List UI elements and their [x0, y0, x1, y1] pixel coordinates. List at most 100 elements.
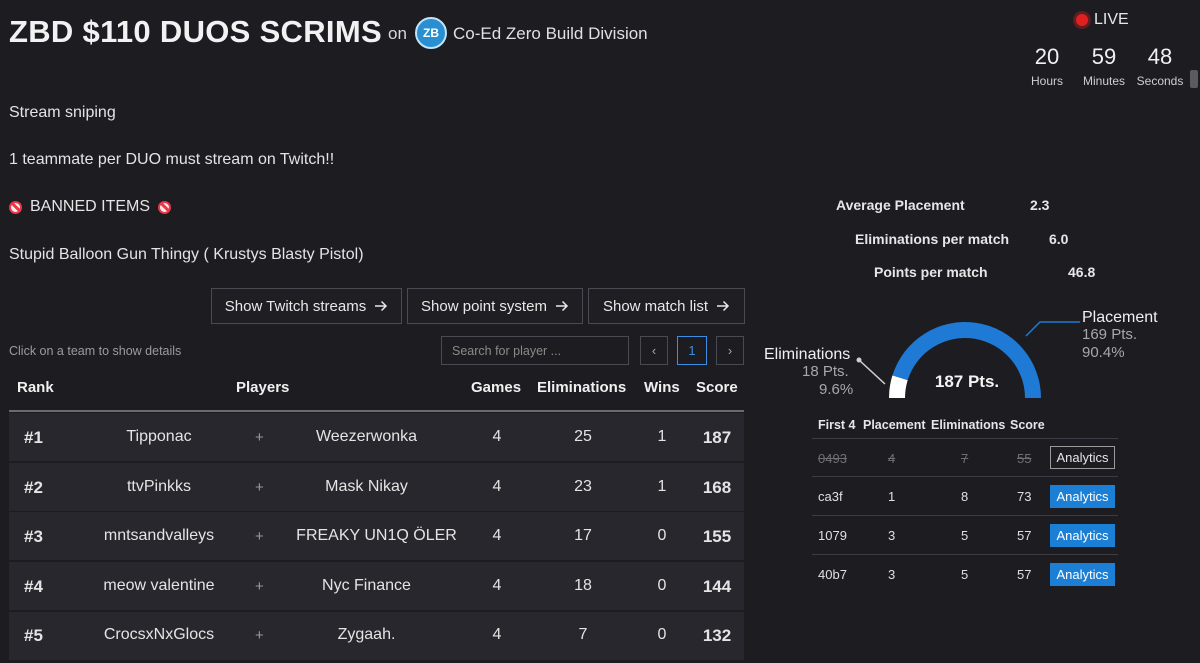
- match-row: 0493 4 7 55 Analytics: [812, 438, 1118, 476]
- team-rank: #1: [24, 428, 43, 447]
- player-2: Weezerwonka: [315, 428, 418, 445]
- team-wins: 0: [657, 626, 667, 643]
- match-eliminations: 5: [961, 528, 969, 543]
- countdown-minutes: 59 Minutes: [1079, 44, 1129, 88]
- match-eliminations: 8: [961, 489, 969, 504]
- analytics-button[interactable]: Analytics: [1050, 524, 1115, 547]
- analytics-button[interactable]: Analytics: [1050, 485, 1115, 508]
- banned-items-label: BANNED ITEMS: [30, 198, 151, 215]
- column-header-score: Score: [696, 379, 738, 396]
- match-row: ca3f 1 8 73 Analytics: [812, 476, 1118, 514]
- banned-items-heading: BANNED ITEMS: [9, 198, 172, 216]
- description-line: 1 teammate per DUO must stream on Twitch…: [9, 151, 335, 168]
- team-eliminations: 17: [574, 527, 592, 544]
- button-label: Show match list: [602, 297, 709, 315]
- team-score: 187: [702, 428, 732, 447]
- pagination-prev-button[interactable]: ‹: [640, 336, 668, 365]
- match-eliminations: 5: [961, 567, 969, 582]
- arrow-right-icon: [375, 300, 388, 312]
- arrow-right-icon: [555, 300, 568, 312]
- player-1: meow valentine: [103, 577, 215, 594]
- team-details-hint: Click on a team to show details: [9, 344, 182, 358]
- countdown-label: Seconds: [1136, 74, 1184, 88]
- match-id: ca3f: [818, 489, 843, 504]
- live-indicator: LIVE: [1076, 11, 1129, 29]
- team-wins: 0: [657, 577, 667, 594]
- placement-gauge-points: 169 Pts.: [1082, 326, 1138, 343]
- eliminations-gauge-percent: 9.6%: [819, 381, 854, 398]
- team-score: 168: [702, 478, 732, 497]
- table-row[interactable]: #5 CrocsxNxGlocs + Zygaah. 4 7 0 132: [9, 612, 744, 660]
- points-per-match-label: Points per match: [874, 264, 988, 280]
- match-placement: 3: [888, 567, 896, 582]
- prohibited-icon: [158, 200, 172, 214]
- pagination-page-1[interactable]: 1: [677, 336, 707, 365]
- column-header-wins: Wins: [644, 379, 680, 396]
- team-games: 4: [492, 577, 502, 594]
- match-column-score: Score: [1010, 418, 1045, 432]
- team-wins: 1: [657, 478, 667, 495]
- show-match-list-button[interactable]: Show match list: [588, 288, 745, 324]
- player-1: CrocsxNxGlocs: [103, 626, 215, 643]
- team-wins: 1: [657, 428, 667, 445]
- player-2: Nyc Finance: [322, 577, 411, 594]
- scrollbar-track[interactable]: [1188, 0, 1200, 663]
- player-1: mntsandvalleys: [103, 527, 215, 544]
- match-id: 0493: [818, 451, 847, 466]
- table-row[interactable]: #2 ttvPinkks + Mask Nikay 4 23 1 168: [9, 463, 744, 511]
- live-label: LIVE: [1094, 11, 1129, 28]
- eliminations-per-match-label: Eliminations per match: [855, 231, 1010, 247]
- eliminations-gauge-label: Eliminations: [764, 346, 851, 363]
- on-label: on: [388, 24, 407, 43]
- page-title: ZBD $110 DUOS SCRIMS: [9, 14, 382, 49]
- analytics-button[interactable]: Analytics: [1050, 563, 1115, 586]
- team-wins: 0: [657, 527, 667, 544]
- organization-name-link[interactable]: Co-Ed Zero Build Division: [453, 24, 648, 44]
- placement-leader-line: [1025, 321, 1080, 337]
- column-header-rank: Rank: [17, 379, 54, 396]
- countdown-value: 59: [1091, 44, 1117, 69]
- column-header-games: Games: [471, 379, 522, 396]
- placement-gauge-percent: 90.4%: [1082, 344, 1125, 361]
- organization-logo[interactable]: ZB: [415, 17, 447, 49]
- analytics-button[interactable]: Analytics: [1050, 446, 1115, 469]
- player-1: Tipponac: [126, 428, 192, 445]
- player-search-input[interactable]: [441, 336, 629, 365]
- eliminations-gauge-points: 18 Pts.: [802, 363, 849, 380]
- table-row[interactable]: #1 Tipponac + Weezerwonka 4 25 1 187: [9, 413, 744, 461]
- team-rank: #3: [24, 527, 43, 546]
- match-placement: 1: [888, 489, 896, 504]
- plus-icon: +: [255, 528, 264, 545]
- team-rank: #2: [24, 478, 43, 497]
- match-row: 1079 3 5 57 Analytics: [812, 515, 1118, 553]
- team-games: 4: [492, 527, 502, 544]
- player-2: Mask Nikay: [325, 478, 408, 495]
- scrollbar-thumb[interactable]: [1190, 70, 1198, 88]
- team-games: 4: [492, 478, 502, 495]
- description-line: Stream sniping: [9, 104, 116, 121]
- countdown-hours: 20 Hours: [1022, 44, 1072, 88]
- match-row: 40b7 3 5 57 Analytics: [812, 554, 1118, 592]
- column-header-eliminations: Eliminations: [537, 379, 627, 396]
- pagination-next-button[interactable]: ›: [716, 336, 744, 365]
- team-games: 4: [492, 626, 502, 643]
- plus-icon: +: [255, 578, 264, 595]
- table-row[interactable]: #4 meow valentine + Nyc Finance 4 18 0 1…: [9, 562, 744, 610]
- team-eliminations: 7: [578, 626, 588, 643]
- match-score: 57: [1017, 528, 1032, 543]
- match-id: 1079: [818, 528, 847, 543]
- player-2: FREAKY UN1Q ÖLER: [296, 527, 457, 544]
- team-rank: #5: [24, 626, 43, 645]
- team-score: 144: [702, 577, 732, 596]
- match-column-first4: First 4: [818, 418, 856, 432]
- banned-item: Stupid Balloon Gun Thingy ( Krustys Blas…: [9, 246, 364, 263]
- show-point-system-button[interactable]: Show point system: [407, 288, 583, 324]
- chevron-right-icon: ›: [727, 343, 733, 358]
- table-row[interactable]: #3 mntsandvalleys + FREAKY UN1Q ÖLER 4 1…: [9, 512, 744, 560]
- match-placement: 4: [888, 451, 896, 466]
- chevron-left-icon: ‹: [651, 343, 657, 358]
- average-placement-label: Average Placement: [836, 197, 965, 213]
- show-twitch-streams-button[interactable]: Show Twitch streams: [211, 288, 402, 324]
- button-label: Show Twitch streams: [224, 297, 367, 315]
- countdown-seconds: 48 Seconds: [1135, 44, 1185, 88]
